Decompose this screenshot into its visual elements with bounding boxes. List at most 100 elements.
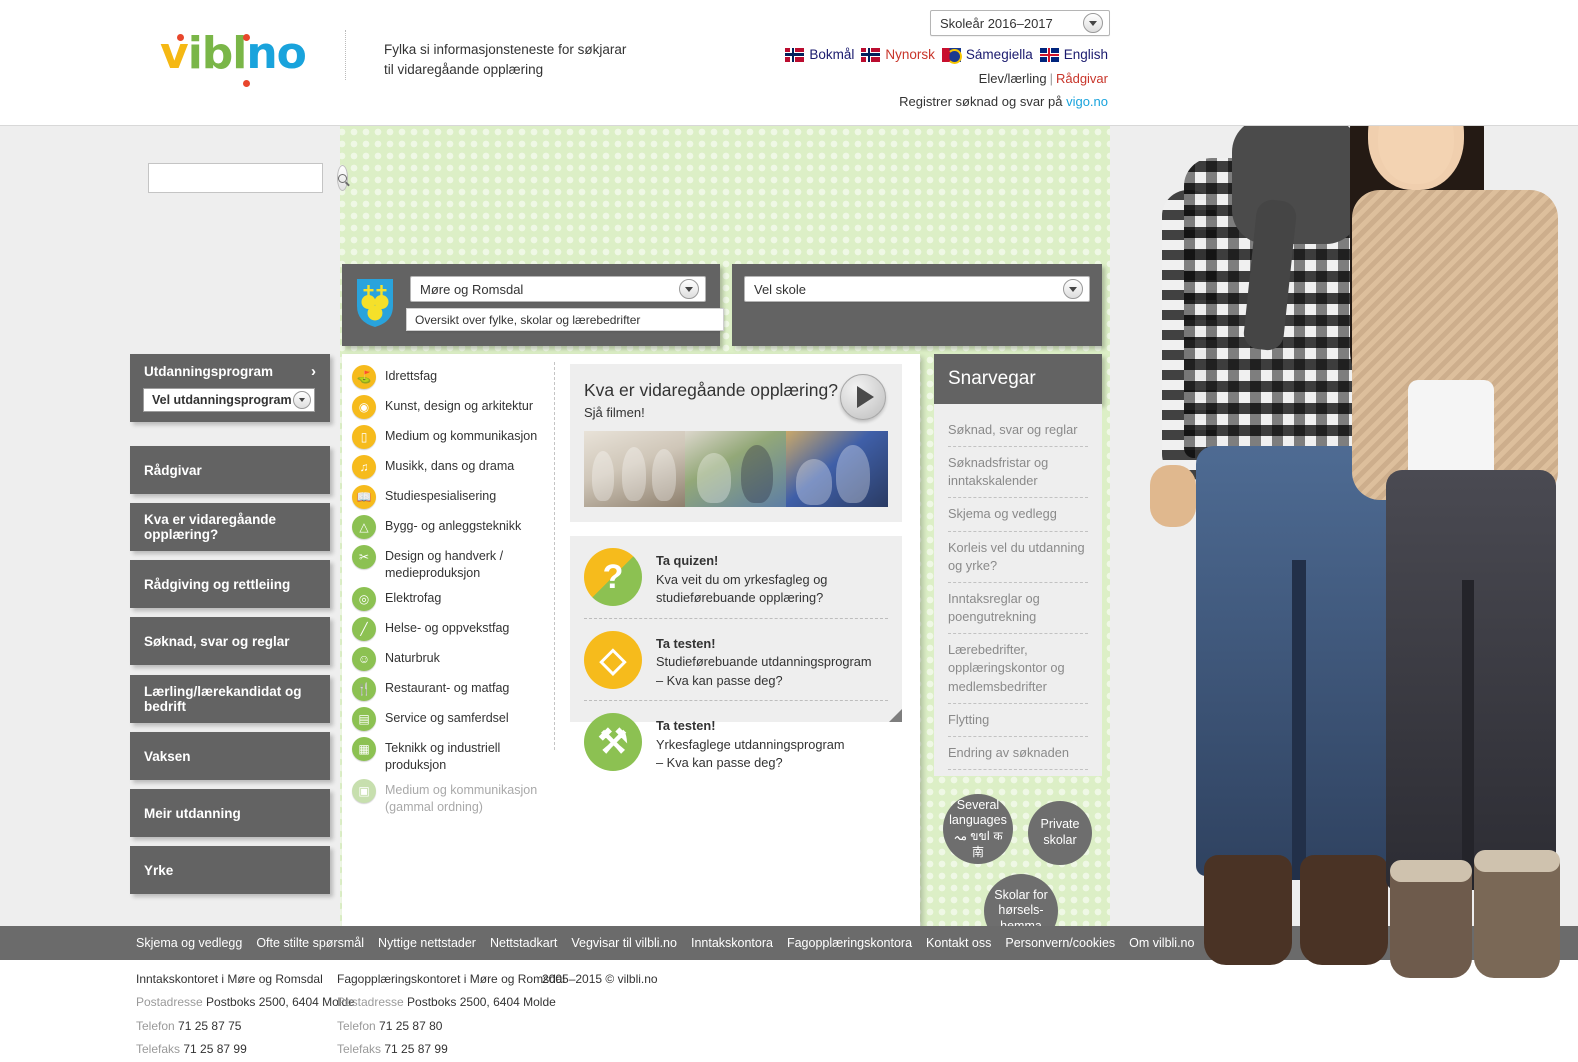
- circle-button-private-schools[interactable]: Private skolar: [1028, 801, 1092, 865]
- shortcut-item-2[interactable]: Skjema og vedlegg: [948, 498, 1088, 532]
- footer-bar: Skjema og vedlegg Ofte stilte spørsmål N…: [0, 926, 1578, 960]
- program-item-musikk-dans-drama[interactable]: ♫ Musikk, dans og drama: [352, 452, 547, 482]
- county-overview-link[interactable]: Oversikt over fylke, skolar og lærebedri…: [406, 308, 724, 331]
- education-program-select[interactable]: Vel utdanningsprogram: [143, 388, 315, 412]
- program-item-teknikk-industriell[interactable]: ▦ Teknikk og industriell produksjon: [352, 734, 547, 776]
- footer-link-2[interactable]: Nyttige nettstader: [378, 936, 476, 950]
- program-item-bygg-anlegg[interactable]: △ Bygg- og anleggsteknikk: [352, 512, 547, 542]
- school-selector-bar: Vel skole: [732, 264, 1102, 346]
- quiz-text-1: Ta testen! Studieførebuande utdanningspr…: [656, 631, 872, 691]
- footer-link-3[interactable]: Nettstadkart: [490, 936, 557, 950]
- site-logo[interactable]: viblno: [160, 32, 307, 87]
- language-option-nynorsk[interactable]: Nynorsk: [861, 47, 935, 62]
- program-item-naturbruk[interactable]: ☺ Naturbruk: [352, 644, 547, 674]
- circle-line2-1: skolar: [1043, 833, 1077, 847]
- quiz-text-2: Ta testen! Yrkesfaglege utdanningsprogra…: [656, 713, 845, 773]
- program-item-restaurant-matfag[interactable]: 🍴 Restaurant- og matfag: [352, 674, 547, 704]
- camera-icon: ▣: [352, 779, 376, 803]
- sidebar-item-laerling[interactable]: Lærling/lærekandidat og bedrift: [130, 675, 330, 723]
- main-white-panel: ⛳ Idrettsfag ◉ Kunst, design og arkitekt…: [342, 354, 920, 1006]
- music-note-icon: ♫: [352, 455, 376, 479]
- footer-link-1[interactable]: Ofte stilte spørsmål: [256, 936, 364, 950]
- language-option-samegiella[interactable]: Sámegiella: [941, 47, 1033, 64]
- school-year-select-box[interactable]: Skoleår 2016–2017: [930, 10, 1110, 36]
- footer-link-7[interactable]: Kontakt oss: [926, 936, 991, 950]
- program-item-studiespesialisering[interactable]: 📖 Studiespesialisering: [352, 482, 547, 512]
- sidebar-item-vaksen[interactable]: Vaksen: [130, 732, 330, 780]
- program-item-service-samferdsel[interactable]: ▤ Service og samferdsel: [352, 704, 547, 734]
- circle-text-1: Private skolar: [1041, 817, 1080, 848]
- shortcut-item-6[interactable]: Flytting: [948, 704, 1088, 737]
- quiz-item-test-yrke[interactable]: ⚒ Ta testen! Yrkesfaglege utdanningsprog…: [570, 701, 902, 783]
- search-box[interactable]: [148, 163, 348, 193]
- footer-link-8[interactable]: Personvern/cookies: [1005, 936, 1115, 950]
- user-role-links[interactable]: Elev/lærling | Rådgivar: [979, 71, 1108, 86]
- language-switcher[interactable]: Bokmål Nynorsk Sámegiella English: [785, 47, 1108, 64]
- shortcut-item-0[interactable]: Søknad, svar og reglar: [948, 414, 1088, 448]
- school-select[interactable]: Vel skole: [744, 276, 1090, 302]
- school-year-select[interactable]: Skoleår 2016–2017: [930, 10, 1110, 36]
- quiz-title-1: Ta testen!: [656, 635, 716, 651]
- program-item-elektrofag[interactable]: ◎ Elektrofag: [352, 584, 547, 614]
- vigo-link[interactable]: vigo.no: [1066, 94, 1108, 109]
- role-link-radgivar[interactable]: Rådgivar: [1056, 71, 1108, 86]
- quiz-item-test-studie[interactable]: ◇ Ta testen! Studieførebuande utdannings…: [570, 619, 902, 701]
- footer-link-9[interactable]: Om vilbli.no: [1129, 936, 1194, 950]
- sports-icon: ⛳: [352, 365, 376, 389]
- search-button[interactable]: [337, 165, 348, 191]
- program-label-8: Helse- og oppvekstfag: [385, 621, 510, 635]
- sidebar-item-radgiving[interactable]: Rådgiving og rettleiing: [130, 560, 330, 608]
- sidebar-item-meir-utdanning[interactable]: Meir utdanning: [130, 789, 330, 837]
- play-icon[interactable]: [840, 374, 886, 420]
- language-label-samegiella[interactable]: Sámegiella: [966, 47, 1033, 62]
- program-item-medium-kommunikasjon[interactable]: ▯ Medium og kommunikasjon: [352, 422, 547, 452]
- office1-title: Inntakskontoret i Møre og Romsdal: [136, 972, 323, 986]
- quiz-title-2: Ta testen!: [656, 718, 716, 734]
- shortcut-item-7[interactable]: Endring av søknaden: [948, 737, 1088, 771]
- sidebar-item-radgivar[interactable]: Rådgivar: [130, 446, 330, 494]
- program-item-medium-gammal[interactable]: ▣ Medium og kommunikasjon (gammal ordnin…: [352, 776, 547, 818]
- sidebar-label-0: Rådgivar: [144, 462, 202, 478]
- program-item-kunst-design[interactable]: ◉ Kunst, design og arkitektur: [352, 392, 547, 422]
- program-item-idrettsfag[interactable]: ⛳ Idrettsfag: [352, 362, 547, 392]
- video-promo-card[interactable]: Kva er vidaregåande opplæring? Sjå filme…: [570, 364, 902, 522]
- language-option-english[interactable]: English: [1039, 47, 1108, 62]
- footer-link-0[interactable]: Skjema og vedlegg: [136, 936, 242, 950]
- footer-link-6[interactable]: Fagopplæringskontora: [787, 936, 912, 950]
- role-separator: |: [1049, 71, 1053, 86]
- quiz-item-quiz[interactable]: ? Ta quizen! Kva veit du om yrkesfagleg …: [570, 536, 902, 618]
- office1-fax-key: Telefaks: [136, 1042, 181, 1057]
- language-option-bokmal[interactable]: Bokmål: [785, 47, 854, 62]
- language-label-english[interactable]: English: [1064, 47, 1108, 62]
- sidebar-item-yrke[interactable]: Yrke: [130, 846, 330, 894]
- cutlery-icon: 🍴: [352, 677, 376, 701]
- program-item-helse-oppvekst[interactable]: ╱ Helse- og oppvekstfag: [352, 614, 547, 644]
- shortcut-item-4[interactable]: Inntaksreglar og poengutrekning: [948, 583, 1088, 635]
- sidebar-label-4: Lærling/lærekandidat og bedrift: [144, 684, 302, 714]
- quiz-text-0: Ta quizen! Kva veit du om yrkesfagleg og…: [656, 548, 827, 608]
- language-label-bokmal[interactable]: Bokmål: [809, 47, 854, 62]
- footer-link-4[interactable]: Vegvisar til vilbli.no: [571, 936, 677, 950]
- register-text: Registrer søknad og svar på: [899, 94, 1063, 109]
- program-item-design-handverk[interactable]: ✂ Design og handverk / medieproduksjon: [352, 542, 547, 584]
- circle-button-several-languages[interactable]: Several languages مہ ขขا क 南: [943, 794, 1013, 864]
- quiz-title-0: Ta quizen!: [656, 553, 719, 568]
- role-link-elev[interactable]: Elev/lærling: [979, 71, 1047, 86]
- school-value: Vel skole: [754, 281, 807, 297]
- county-select[interactable]: Møre og Romsdal: [410, 276, 706, 302]
- sidebar-item-kva-er-vgo[interactable]: Kva er vidaregåande opplæring?: [130, 503, 330, 551]
- search-input[interactable]: [149, 164, 337, 192]
- school-select-box[interactable]: Vel skole: [744, 276, 1090, 302]
- office1-phone-key: Telefon: [136, 1018, 175, 1033]
- shortcut-item-3[interactable]: Korleis vel du utdanning og yrke?: [948, 532, 1088, 583]
- shortcut-item-1[interactable]: Søknadsfristar og inntakskalender: [948, 447, 1088, 499]
- sidebar-item-soknad[interactable]: Søknad, svar og reglar: [130, 617, 330, 665]
- footer-link-5[interactable]: Inntakskontora: [691, 936, 773, 950]
- language-label-nynorsk[interactable]: Nynorsk: [885, 47, 935, 62]
- logo-letter-ibl: ibl: [187, 28, 248, 79]
- book-icon: 📖: [352, 485, 376, 509]
- shortcut-item-5[interactable]: Lærebedrifter, opplæringskontor og medle…: [948, 634, 1088, 704]
- office2-fax-val: 71 25 87 99: [384, 1042, 448, 1057]
- county-select-box[interactable]: Møre og Romsdal: [410, 276, 706, 302]
- sidebar-item-utdanningsprogram[interactable]: Utdanningsprogram › Vel utdanningsprogra…: [130, 354, 330, 422]
